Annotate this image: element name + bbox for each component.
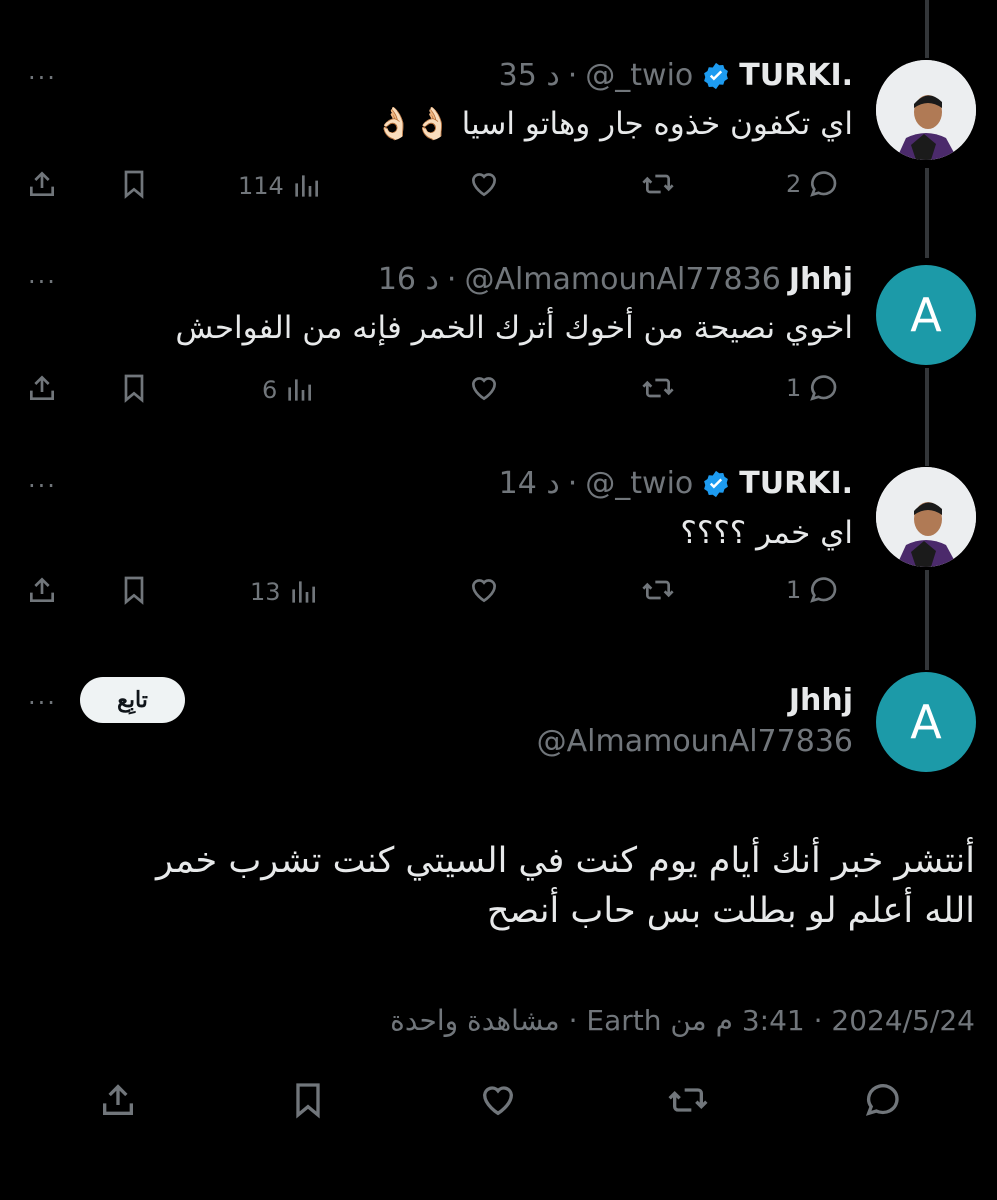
bookmark-button[interactable] (118, 168, 150, 200)
like-button[interactable] (468, 372, 500, 404)
avatar-letter: A (910, 288, 942, 342)
more-options-icon[interactable]: ··· (28, 66, 57, 90)
share-button[interactable] (26, 372, 58, 404)
like-button[interactable] (468, 574, 500, 606)
reply-text: اي تكفون خذوه جار وهاتو اسيا 👌🏻👌🏻 (374, 106, 853, 142)
views-count: 114 (238, 172, 284, 200)
verified-badge-icon (704, 62, 729, 89)
like-button[interactable] (478, 1080, 518, 1120)
reply-header: TURKI. @_twio · 14 د (499, 466, 853, 501)
separator: · (446, 262, 457, 297)
author-name[interactable]: TURKI. (739, 58, 853, 93)
reply-text: اي خمر ؟؟؟؟ (680, 515, 853, 551)
share-button[interactable] (26, 574, 58, 606)
avatar[interactable] (876, 467, 976, 567)
more-options-icon[interactable]: ··· (28, 691, 57, 715)
author-handle[interactable]: @_twio (585, 58, 693, 93)
bookmark-icon (124, 576, 144, 605)
author-name[interactable]: TURKI. (739, 466, 853, 501)
heart-icon (482, 1086, 514, 1116)
retweet-button[interactable] (668, 1080, 708, 1120)
share-icon (30, 171, 54, 196)
bookmark-icon (296, 1083, 320, 1119)
separator: · (567, 58, 578, 93)
bookmark-button[interactable] (118, 574, 150, 606)
tweet-text-line: أنتشر خبر أنك أيام يوم كنت في السيتي كنت… (156, 841, 975, 881)
author-handle[interactable]: @_twio (585, 466, 693, 501)
retweet-button[interactable] (642, 574, 674, 606)
more-options-icon[interactable]: ··· (28, 474, 57, 498)
tweet-text: أنتشر خبر أنك أيام يوم كنت في السيتي كنت… (156, 836, 975, 936)
thread-line (925, 368, 929, 466)
reply-button[interactable]: 1 (786, 574, 839, 606)
avatar-letter: A (910, 695, 942, 749)
bookmark-icon (124, 374, 144, 403)
reply-button[interactable]: 2 (786, 168, 839, 200)
retweet-icon (642, 174, 674, 194)
comment-icon (810, 577, 837, 603)
bookmark-button[interactable] (118, 372, 150, 404)
reply-count: 1 (786, 374, 802, 402)
share-icon (103, 1084, 133, 1115)
timestamp[interactable]: 14 د (499, 466, 560, 501)
heart-icon (471, 173, 497, 197)
retweet-button[interactable] (642, 168, 674, 200)
avatar[interactable] (876, 60, 976, 160)
retweet-icon (642, 378, 674, 398)
avatar[interactable]: A (876, 672, 976, 772)
reply-text: اخوي نصيحة من أخوك أترك الخمر فإنه من ال… (175, 310, 853, 346)
reply-header: TURKI. @_twio · 35 د (499, 58, 853, 93)
thread-line (925, 168, 929, 258)
views-button[interactable]: 114 (238, 170, 322, 202)
reply-button[interactable] (862, 1080, 902, 1120)
comment-icon (865, 1084, 899, 1116)
reply-count: 1 (786, 576, 802, 604)
author-handle[interactable]: @AlmamounAl77836 (537, 724, 853, 759)
like-button[interactable] (468, 168, 500, 200)
share-icon (30, 375, 54, 400)
comment-icon (810, 375, 837, 401)
views-icon (295, 175, 318, 197)
author-handle[interactable]: @AlmamounAl77836 (464, 262, 780, 297)
tweet-meta: 2024/5/24 · 3:41 م من Earth · مشاهدة واح… (390, 1004, 975, 1037)
share-button[interactable] (26, 168, 58, 200)
reply-count: 2 (786, 170, 802, 198)
verified-badge-icon (704, 470, 729, 497)
reply-header: Jhhj @AlmamounAl77836 · 16 د (378, 262, 853, 297)
timestamp[interactable]: 35 د (499, 58, 560, 93)
views-count: 13 (250, 578, 281, 606)
views-count: 6 (262, 376, 278, 404)
timestamp[interactable]: 16 د (378, 262, 439, 297)
bookmark-button[interactable] (288, 1080, 328, 1120)
author-name[interactable]: Jhhj (789, 262, 853, 297)
author-name[interactable]: Jhhj (789, 683, 853, 718)
separator: · (567, 466, 578, 501)
share-button[interactable] (98, 1080, 138, 1120)
comment-icon (810, 171, 837, 197)
views-icon (291, 581, 315, 603)
views-button[interactable]: 13 (250, 576, 319, 608)
reply-button[interactable]: 1 (786, 372, 839, 404)
avatar[interactable]: A (876, 265, 976, 365)
heart-icon (471, 579, 497, 603)
retweet-icon (668, 1088, 708, 1112)
retweet-icon (642, 580, 674, 600)
more-options-icon[interactable]: ··· (28, 270, 57, 294)
bookmark-icon (124, 170, 144, 199)
tweet-text-line: الله أعلم لو بطلت بس حاب أنصح (486, 891, 975, 931)
heart-icon (471, 377, 497, 401)
follow-button[interactable]: تابِع (80, 677, 185, 723)
share-icon (30, 577, 54, 602)
views-icon (288, 379, 312, 401)
thread-line (925, 570, 929, 670)
thread-line (925, 0, 929, 58)
views-button[interactable]: 6 (262, 374, 315, 406)
retweet-button[interactable] (642, 372, 674, 404)
